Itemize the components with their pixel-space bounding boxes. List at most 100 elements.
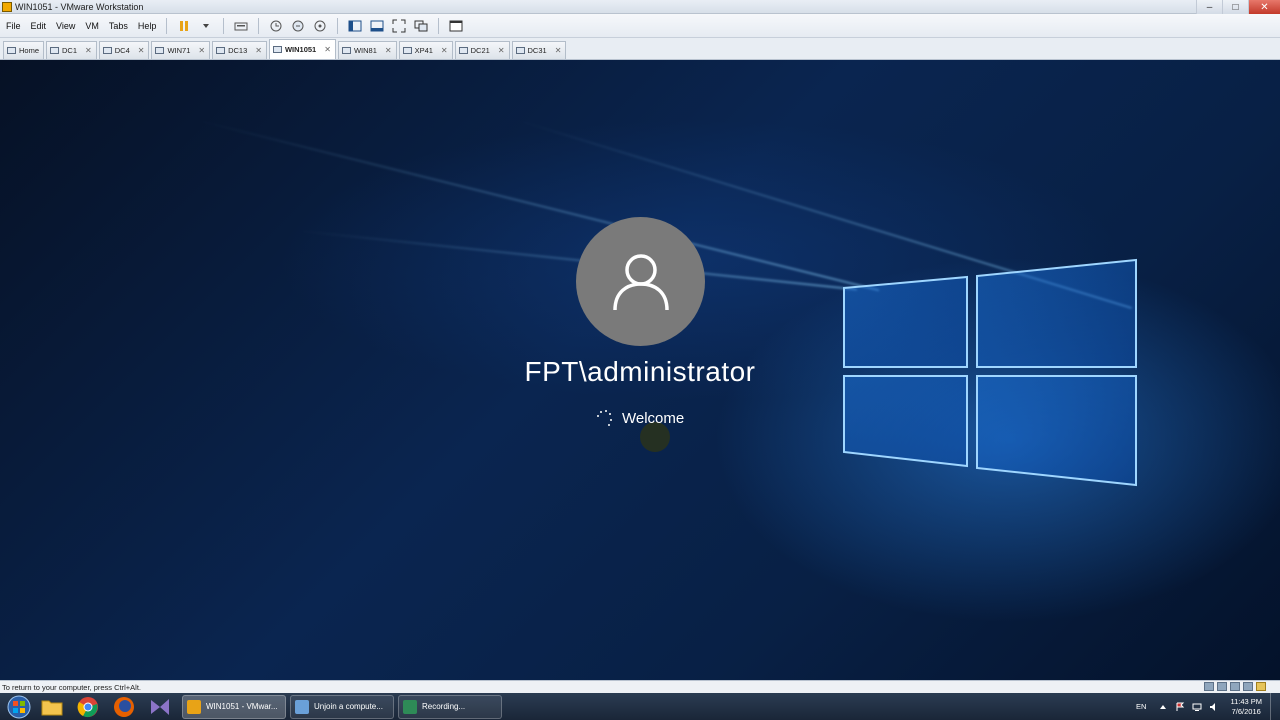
network-adapter-icon[interactable] xyxy=(1230,682,1240,691)
revert-icon xyxy=(292,20,304,31)
pause-icon xyxy=(180,20,189,31)
close-tab-icon[interactable]: ✕ xyxy=(555,46,562,55)
title-bar: WIN1051 - VMware Workstation – □ ✕ xyxy=(0,0,1280,14)
menu-file[interactable]: File xyxy=(6,21,21,31)
taskbar-task-vmware[interactable]: WIN1051 - VMwar... xyxy=(182,694,286,719)
pinned-visual-studio[interactable] xyxy=(142,693,178,720)
menu-tabs[interactable]: Tabs xyxy=(109,21,128,31)
full-screen-button[interactable] xyxy=(390,17,408,35)
unity-icon xyxy=(414,20,428,31)
tab-label: DC1 xyxy=(62,46,78,55)
language-indicator[interactable]: EN xyxy=(1136,702,1146,711)
snapshot-icon xyxy=(270,20,282,31)
host-taskbar: WIN1051 - VMwar... Unjoin a compute... R… xyxy=(0,693,1280,720)
snapshot-manager-icon xyxy=(314,20,326,31)
close-tab-icon[interactable]: ✕ xyxy=(324,45,331,54)
maximize-button[interactable]: □ xyxy=(1222,0,1248,14)
menu-help[interactable]: Help xyxy=(138,21,157,31)
menu-edit[interactable]: Edit xyxy=(31,21,47,31)
tab-dc21[interactable]: DC21 ✕ xyxy=(454,41,510,59)
tab-home[interactable]: Home xyxy=(3,41,45,59)
action-center-flag-icon[interactable] xyxy=(1175,702,1185,712)
show-library-button[interactable] xyxy=(346,17,364,35)
vm-icon xyxy=(272,46,282,53)
close-tab-icon[interactable]: ✕ xyxy=(255,46,262,55)
thumbnail-bar-button[interactable] xyxy=(368,17,386,35)
system-tray: EN 11:43 PM 7/6/2016 xyxy=(1136,693,1276,720)
vm-icon xyxy=(402,47,412,54)
volume-icon[interactable] xyxy=(1209,702,1219,712)
console-view-button[interactable] xyxy=(447,17,465,35)
tab-dc13[interactable]: DC13 ✕ xyxy=(212,41,267,59)
pinned-firefox[interactable] xyxy=(106,693,142,720)
send-ctrl-alt-del-button[interactable] xyxy=(232,17,250,35)
toolbar-separator xyxy=(438,17,440,34)
visual-studio-icon xyxy=(151,698,169,715)
welcome-text: Welcome xyxy=(622,409,685,427)
clock-time: 11:43 PM xyxy=(1230,696,1262,706)
close-tab-icon[interactable]: ✕ xyxy=(441,46,448,55)
vm-icon xyxy=(458,47,468,54)
clock[interactable]: 11:43 PM 7/6/2016 xyxy=(1230,697,1262,717)
show-hidden-icons-icon[interactable] xyxy=(1158,702,1168,712)
menu-view[interactable]: View xyxy=(56,21,75,31)
network-icon[interactable] xyxy=(1192,702,1202,712)
vmware-icon xyxy=(187,699,201,714)
keyboard-icon xyxy=(234,22,248,30)
clock-date: 7/6/2016 xyxy=(1231,706,1261,716)
close-tab-icon[interactable]: ✕ xyxy=(385,46,392,55)
menu-toolbar: File Edit View VM Tabs Help xyxy=(0,14,1280,38)
snapshot-button[interactable] xyxy=(267,17,285,35)
start-button[interactable] xyxy=(4,693,34,720)
vm-icon xyxy=(216,47,226,54)
message-icon[interactable] xyxy=(1256,682,1266,691)
taskbar-task-unjoin[interactable]: Unjoin a compute... xyxy=(290,694,394,719)
close-tab-icon[interactable]: ✕ xyxy=(138,46,145,55)
cd-drive-icon[interactable] xyxy=(1217,682,1227,691)
minimize-button[interactable]: – xyxy=(1196,0,1222,14)
menu-vm[interactable]: VM xyxy=(85,21,99,31)
toolbar-separator xyxy=(166,17,168,34)
tab-xp41[interactable]: XP41 ✕ xyxy=(398,41,453,59)
tab-dc31[interactable]: DC31 ✕ xyxy=(511,41,567,59)
usb-icon[interactable] xyxy=(1243,682,1253,691)
tab-win81[interactable]: WIN81 ✕ xyxy=(337,41,397,59)
hard-disk-icon[interactable] xyxy=(1204,682,1214,691)
tab-label: WIN71 xyxy=(167,46,191,55)
close-tab-icon[interactable]: ✕ xyxy=(85,46,92,55)
vm-console-screen[interactable]: FPT\administrator Welcome xyxy=(0,60,1280,680)
show-desktop-button[interactable] xyxy=(1270,693,1276,720)
close-button[interactable]: ✕ xyxy=(1248,0,1280,14)
window-controls: – □ ✕ xyxy=(1196,0,1280,14)
tab-label: Home xyxy=(19,46,40,55)
status-hint: To return to your computer, press Ctrl+A… xyxy=(2,682,142,692)
tab-dc1[interactable]: DC1 ✕ xyxy=(46,41,97,59)
tab-win1051[interactable]: WIN1051 ✕ xyxy=(268,39,336,59)
pause-vm-button[interactable] xyxy=(175,17,193,35)
tab-label: DC4 xyxy=(114,46,130,55)
close-tab-icon[interactable]: ✕ xyxy=(198,46,205,55)
task-label: Recording... xyxy=(422,702,466,711)
unity-button[interactable] xyxy=(412,17,430,35)
snapshot-manager-button[interactable] xyxy=(311,17,329,35)
pinned-chrome[interactable] xyxy=(70,693,106,720)
tab-label: DC21 xyxy=(470,46,490,55)
power-dropdown-button[interactable] xyxy=(197,17,215,35)
close-tab-icon[interactable]: ✕ xyxy=(498,46,505,55)
vmware-app-icon xyxy=(2,1,12,12)
taskbar-task-recording[interactable]: Recording... xyxy=(398,694,502,719)
tab-win71[interactable]: WIN71 ✕ xyxy=(151,41,211,59)
sidebar-icon xyxy=(348,20,362,31)
vm-icon xyxy=(102,47,112,54)
user-icon xyxy=(612,253,669,310)
tab-dc4[interactable]: DC4 ✕ xyxy=(98,41,150,59)
device-status-icons xyxy=(1201,682,1266,691)
revert-snapshot-button[interactable] xyxy=(289,17,307,35)
pinned-explorer[interactable] xyxy=(34,693,70,720)
tab-label: XP41 xyxy=(414,46,433,55)
folder-icon xyxy=(41,700,63,715)
tab-label: WIN1051 xyxy=(284,45,317,54)
user-avatar xyxy=(576,217,705,346)
toolbar-separator xyxy=(337,17,339,34)
tab-label: WIN81 xyxy=(353,46,377,55)
